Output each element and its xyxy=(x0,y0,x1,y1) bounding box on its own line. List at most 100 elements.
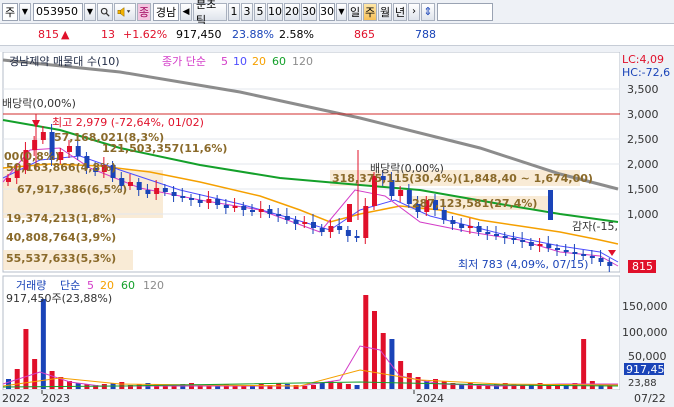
search-button[interactable] xyxy=(97,2,113,21)
change-percent: +1.62% xyxy=(123,28,168,41)
volume-bar xyxy=(363,295,369,389)
turnover-rate: 2.58% xyxy=(279,28,314,41)
stock-code-input[interactable]: 053950 xyxy=(33,2,83,21)
volume-value: 917,450 xyxy=(176,28,222,41)
candle-body xyxy=(598,258,604,262)
next-button[interactable]: › xyxy=(408,2,420,21)
candle-body xyxy=(258,209,264,212)
candle-body xyxy=(520,240,526,242)
day-label: 일 xyxy=(349,5,361,19)
day-button[interactable]: 일 xyxy=(348,2,362,21)
volume-bar xyxy=(23,329,29,389)
sound-button[interactable] xyxy=(114,2,136,21)
volume-bar xyxy=(6,379,11,389)
x-axis-area xyxy=(0,390,674,407)
candle-body xyxy=(572,252,578,254)
market-dropdown[interactable]: ▼ xyxy=(19,2,31,21)
chevron-right-icon: › xyxy=(412,6,416,17)
volume-bar xyxy=(40,299,46,389)
speaker-icon xyxy=(117,6,131,17)
period-3-button[interactable]: 3 xyxy=(241,2,253,21)
volume-bar xyxy=(372,311,377,389)
year-button[interactable]: 년 xyxy=(393,2,407,21)
annotation-low: 최저 783 (4,09%, 07/15) xyxy=(458,258,588,271)
period-3-label: 3 xyxy=(243,5,251,18)
volume-legend-ma60: 60 xyxy=(121,279,135,292)
scroll-toggle-button[interactable]: ⇕ xyxy=(421,2,435,21)
tick-period-button[interactable]: 분초틱 xyxy=(193,0,227,27)
candle-body xyxy=(284,216,290,220)
volume-bar xyxy=(302,386,308,389)
y-axis-label: 1,000 xyxy=(627,208,659,221)
candle-body xyxy=(459,224,465,228)
current-price: 815 xyxy=(38,28,59,41)
candle-body xyxy=(450,220,456,224)
candle-body xyxy=(502,236,508,238)
annotation-high: 최고 2,979 (-72,64%, 01/02) xyxy=(52,116,204,129)
volume-y-label: 50,000 xyxy=(628,350,667,363)
volume-legend-type: 단순 xyxy=(60,279,80,292)
price-tag: 815 xyxy=(632,260,653,273)
price-chart[interactable]: 경남제약 매물대 수(10) 종가 단순 5 10 20 60 120 LC:4… xyxy=(0,52,674,407)
candle-body xyxy=(511,238,517,240)
candle-body xyxy=(223,205,229,208)
period-20-button[interactable]: 20 xyxy=(284,2,300,21)
candle-body xyxy=(276,214,282,216)
search-icon xyxy=(100,7,110,17)
candle-body xyxy=(75,146,81,156)
candle-body xyxy=(302,222,308,224)
annotation-vp4: 50,163,866(4,8%) xyxy=(6,161,116,174)
candle-body xyxy=(328,226,334,232)
candle-body xyxy=(67,146,72,152)
candle-body xyxy=(197,200,203,203)
candle-body xyxy=(347,204,352,222)
period-10-button[interactable]: 10 xyxy=(267,2,283,21)
low-price: 788 xyxy=(415,28,436,41)
period-5-button[interactable]: 5 xyxy=(254,2,266,21)
volume-current: 917,450주(23,88%) xyxy=(6,292,112,305)
volume-bar xyxy=(354,385,360,389)
candle-body xyxy=(319,228,325,232)
candle-body xyxy=(528,242,534,246)
y-axis-label: 2,000 xyxy=(627,158,659,171)
annotation-vp10: 287,123,581(27,4%) xyxy=(412,197,537,210)
annotation-dividend: 배당락(0,00%) xyxy=(2,97,76,110)
candle-body xyxy=(189,198,194,200)
toolbar: 주 ▼ 053950 ▼ 종 경남 ◀ 분초틱 1 3 5 10 20 30 3… xyxy=(0,0,674,27)
candle-body xyxy=(180,196,186,198)
week-button[interactable]: 주 xyxy=(363,2,377,21)
candle-body xyxy=(581,254,587,256)
legend-ma60: 60 xyxy=(272,55,286,68)
period-1-button[interactable]: 1 xyxy=(228,2,240,21)
candle-body xyxy=(267,209,273,214)
volume-bar xyxy=(345,384,351,389)
chevron-down-icon: ▼ xyxy=(338,7,345,16)
period-select[interactable]: 30 xyxy=(319,2,335,21)
candle-body xyxy=(171,192,177,196)
code-dropdown[interactable]: ▼ xyxy=(84,2,96,21)
up-down-arrow-icon: ⇕ xyxy=(423,5,433,18)
legend-ma-label: 종가 단순 xyxy=(162,55,206,68)
candle-body xyxy=(6,178,11,182)
y-axis-area xyxy=(620,52,674,390)
candle-body xyxy=(206,199,212,203)
y-axis-label: 3,000 xyxy=(627,108,659,121)
candle-body xyxy=(467,226,473,228)
candle-body xyxy=(232,206,238,208)
period-dropdown[interactable]: ▼ xyxy=(336,2,347,21)
market-prefix[interactable]: 주 xyxy=(2,2,18,21)
candle-body xyxy=(589,256,595,258)
candle-body xyxy=(311,222,316,228)
prev-period-button[interactable]: ◀ xyxy=(180,2,192,21)
volume-bar xyxy=(380,333,386,389)
period-30-button[interactable]: 30 xyxy=(301,2,317,21)
extra-input[interactable] xyxy=(437,2,493,21)
annotation-dividend2: 배당락(0,00%) xyxy=(370,162,444,175)
price-change: 13 xyxy=(101,28,115,41)
volume-bar xyxy=(311,385,316,389)
month-button[interactable]: 월 xyxy=(378,2,392,21)
candle-body xyxy=(476,226,482,232)
y-axis-label: 1,500 xyxy=(627,183,659,196)
candle-body xyxy=(337,226,343,230)
candle-body xyxy=(441,210,447,220)
